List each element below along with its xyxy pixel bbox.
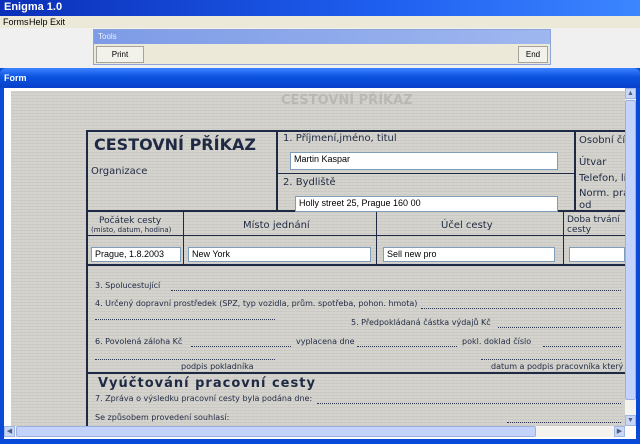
end-button[interactable]: End [518, 46, 548, 63]
meeting-place-field[interactable]: New York [188, 247, 371, 262]
form-heading: CESTOVNÍ PŘÍKAZ [94, 135, 256, 154]
watermark-text: CESTOVNÍ PŘÍKAZ [281, 93, 413, 108]
department-label: Útvar [579, 157, 607, 168]
trip-purpose-field[interactable]: Sell new pro [383, 247, 555, 262]
app-titlebar: Enigma 1.0 [0, 0, 640, 16]
col-place-label: Místo jednání [243, 220, 310, 231]
line-6-text: 6. Povolená záloha Kč [95, 337, 183, 346]
app-title: Enigma 1.0 [4, 1, 63, 13]
line-6-paid-text: vyplacena dne [296, 337, 355, 346]
line-3-text: 3. Spolucestující [95, 281, 161, 290]
line-4-text: 4. Určený dopravní prostředek (SPZ, typ … [95, 299, 418, 308]
line-7-text: 7. Zpráva o výsledku pracovní cesty byla… [95, 394, 313, 403]
tools-titlebar[interactable]: Tools [94, 30, 550, 44]
line-6-receipt-text: pokl. doklad číslo [462, 337, 532, 346]
trip-duration-field[interactable] [569, 247, 625, 262]
col-duration-sublabel: cesty [567, 225, 592, 235]
horizontal-scroll-thumb[interactable] [16, 426, 536, 437]
settlement-heading: Vyúčtování pracovní cesty [98, 376, 316, 391]
phone-label: Telefon, lin [579, 173, 625, 184]
organization-label: Organizace [91, 166, 148, 177]
norm-label-2: od [579, 200, 592, 211]
cashier-signature-label: podpis pokladníka [181, 362, 254, 371]
print-button[interactable]: Print [96, 46, 144, 63]
scroll-down-arrow-icon[interactable]: ▼ [625, 415, 636, 426]
scroll-right-arrow-icon[interactable]: ▶ [614, 426, 625, 437]
form-titlebar[interactable]: Form [0, 68, 640, 88]
scroll-up-arrow-icon[interactable]: ▲ [625, 88, 636, 99]
vertical-scrollbar[interactable]: ▲ ▼ [625, 88, 636, 426]
scanned-form-image: CESTOVNÍ PŘÍKAZ CESTOVNÍ PŘÍKAZ Organiza… [11, 91, 625, 426]
name-label: 1. Příjmení,jméno, titul [283, 133, 397, 144]
agreement-text: Se způsobem provedení souhlasí: [95, 413, 230, 422]
col-purpose-label: Účel cesty [441, 220, 493, 231]
norm-label: Norm. pra [579, 188, 625, 199]
col-start-sublabel: (místo, datum, hodina) [91, 226, 172, 234]
form-window: Form CESTOVNÍ PŘÍKAZ CESTOVNÍ PŘÍKAZ Org… [0, 68, 640, 444]
trip-start-field[interactable]: Prague, 1.8.2003 [91, 247, 181, 262]
col-duration-label: Doba trvání [567, 215, 620, 225]
tools-palette: Tools Print End [93, 29, 551, 65]
menu-exit[interactable]: Exit [50, 16, 65, 28]
col-start-label: Počátek cesty [99, 216, 162, 226]
scroll-left-arrow-icon[interactable]: ◀ [4, 426, 15, 437]
line-5-text: 5. Předpokládaná částka výdajů Kč [351, 318, 491, 327]
form-title: Form [4, 73, 27, 83]
horizontal-scrollbar[interactable]: ◀ ▶ [4, 426, 625, 437]
name-field[interactable]: Martin Kaspar [290, 152, 558, 170]
menu-forms[interactable]: Forms [3, 16, 29, 28]
menu-bar: Forms Help Exit [0, 16, 640, 28]
address-field[interactable]: Holly street 25, Prague 160 00 [295, 196, 558, 212]
employee-signature-label: datum a podpis pracovníka který [491, 362, 624, 371]
personal-number-label: Osobní čís [579, 135, 625, 146]
address-label: 2. Bydliště [283, 177, 336, 188]
form-client-area: CESTOVNÍ PŘÍKAZ CESTOVNÍ PŘÍKAZ Organiza… [4, 88, 636, 439]
menu-help[interactable]: Help [29, 16, 48, 28]
vertical-scroll-thumb[interactable] [625, 100, 636, 400]
